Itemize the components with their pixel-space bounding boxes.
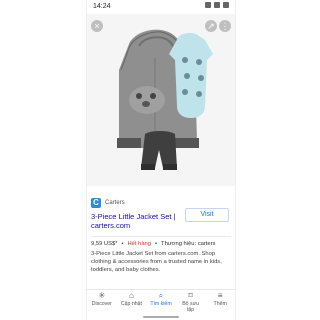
battery-icon [223,2,229,8]
price-row: 9,59 US$* • Hết hàng • Thương hiệu: cart… [91,241,231,247]
menu-icon: ≡ [217,291,223,300]
carters-logo-icon: C [91,198,101,208]
price: 9,59 US$* [91,241,118,247]
signal-icon [214,2,220,8]
price-separator: • [121,241,124,247]
nav-updates[interactable]: ⌂ Cập nhật [119,290,143,308]
asterisk-icon: ✳ [98,291,106,300]
home-indicator [143,316,179,318]
inbox-icon: ⌂ [128,291,134,300]
more-icon[interactable]: ⋮ [219,20,231,32]
product-illustration [87,14,235,186]
search-icon: ⌕ [158,291,164,300]
result-title[interactable]: 3-Piece Little Jacket Set | carters.com [91,212,187,230]
result-source: Carters [105,200,125,206]
divider [91,236,231,237]
result-source-row: C Carters [91,198,231,208]
stock-status: Hết hàng [127,241,151,247]
share-icon[interactable]: ↗ [205,20,217,32]
nav-discover[interactable]: ✳ Discover [90,290,114,308]
result-card: C Carters 3-Piece Little Jacket Set | ca… [91,198,231,274]
nav-collections[interactable]: ⌑ Bộ sưu tập [179,290,203,314]
product-image[interactable]: × ↗ ⋮ [87,14,235,186]
nav-more[interactable]: ≡ Thêm [208,290,232,308]
brand-separator: • [155,241,158,247]
app-screen: 14:24 × ↗ ⋮ C Carters 3-Piece Little Jac… [86,0,236,320]
nav-label: Cập nhật [120,301,142,307]
status-bar: 14:24 [87,0,235,14]
nav-label: Tìm kiếm [150,301,172,307]
bottom-navigation: ✳ Discover ⌂ Cập nhật ⌕ Tìm kiếm ⌑ Bộ sư… [87,289,235,314]
bookmark-icon: ⌑ [188,291,193,300]
nav-label: Discover [91,301,112,307]
status-time: 14:24 [93,3,111,10]
nav-label: Thêm [213,301,227,307]
close-icon[interactable]: × [91,20,103,32]
nav-label: Bộ sưu tập [182,301,199,313]
status-icons [205,2,229,8]
visit-button[interactable]: Visit [185,208,229,222]
brand: Thương hiệu: carters [161,241,216,247]
result-description: 3-Piece Little Jacket Set from carters.c… [91,251,222,273]
wifi-icon [205,2,211,8]
nav-search[interactable]: ⌕ Tìm kiếm [149,290,173,308]
